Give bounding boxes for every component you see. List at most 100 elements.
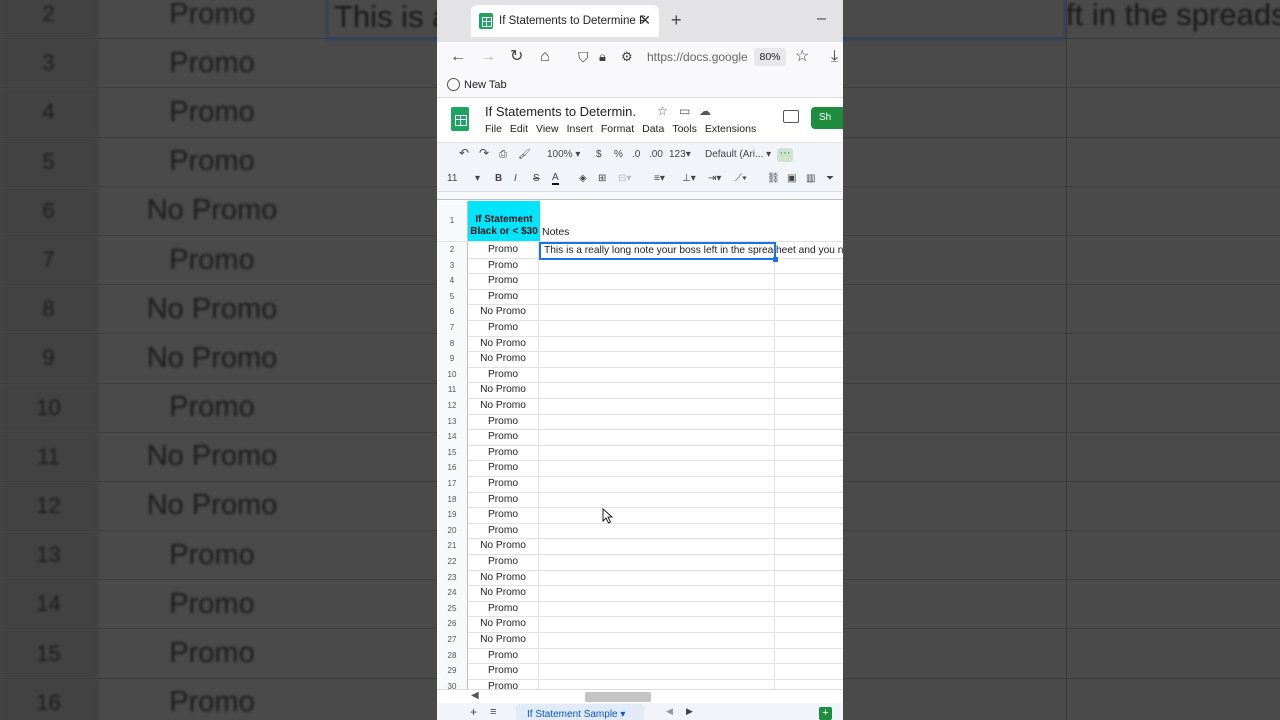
- notes-cell[interactable]: [539, 507, 775, 523]
- paint-format-icon[interactable]: 🖌︎: [518, 148, 531, 162]
- promo-cell[interactable]: No Promo: [468, 616, 539, 632]
- row-number[interactable]: 7: [437, 320, 468, 336]
- italic-button[interactable]: I: [514, 172, 517, 186]
- row-number[interactable]: 10: [437, 366, 468, 383]
- menu-item-extensions[interactable]: Extensions: [705, 123, 756, 135]
- notes-cell[interactable]: [539, 398, 775, 414]
- currency-format-button[interactable]: $: [596, 148, 602, 162]
- row-number[interactable]: 27: [437, 632, 468, 648]
- shield-icon[interactable]: ⛉: [578, 47, 589, 67]
- spreadsheet-grid[interactable]: 1 If Statement Black or < $30 Notes 2 Pro…: [437, 192, 843, 689]
- bookmark-star-icon[interactable]: ☆: [795, 47, 809, 67]
- row-number[interactable]: 16: [437, 460, 468, 476]
- fill-color-icon[interactable]: ◈: [579, 172, 587, 186]
- promo-cell[interactable]: No Promo: [468, 569, 539, 586]
- row-number[interactable]: 4: [437, 273, 468, 289]
- promo-cell[interactable]: Promo: [468, 491, 539, 508]
- promo-cell[interactable]: No Promo: [468, 585, 539, 601]
- font-size-dropdown-icon[interactable]: ▾: [475, 172, 480, 186]
- row-number[interactable]: 30: [437, 678, 468, 689]
- notes-cell[interactable]: [539, 273, 775, 289]
- text-rotation-icon[interactable]: ⟋▾: [735, 172, 747, 186]
- home-icon[interactable]: ⌂: [540, 47, 550, 67]
- promo-cell[interactable]: No Promo: [468, 538, 539, 554]
- insert-chart-icon[interactable]: ▥: [806, 172, 815, 186]
- notes-cell[interactable]: [539, 444, 775, 461]
- reload-icon[interactable]: ↻: [510, 47, 523, 67]
- menu-item-format[interactable]: Format: [601, 123, 634, 135]
- notes-cell[interactable]: [539, 663, 775, 679]
- row-number[interactable]: 20: [437, 522, 468, 539]
- notes-cell[interactable]: [539, 585, 775, 601]
- notes-cell[interactable]: [539, 320, 775, 336]
- promo-cell[interactable]: Promo: [468, 663, 539, 679]
- promo-cell[interactable]: Promo: [468, 600, 539, 617]
- promo-cell[interactable]: Promo: [468, 273, 539, 289]
- row-number[interactable]: 22: [437, 554, 468, 570]
- comments-icon[interactable]: [783, 110, 799, 123]
- increase-decimal-button[interactable]: .00: [649, 148, 663, 162]
- zoom-select[interactable]: 100% ▾: [547, 148, 580, 162]
- notes-cell[interactable]: [539, 522, 775, 539]
- promo-cell[interactable]: No Promo: [468, 398, 539, 414]
- merge-cells-icon[interactable]: ⊟▾: [618, 172, 631, 186]
- notes-cell[interactable]: [539, 569, 775, 586]
- notes-cell[interactable]: [539, 647, 775, 664]
- promo-cell[interactable]: No Promo: [468, 382, 539, 398]
- next-sheet-icon[interactable]: ▶: [686, 706, 693, 717]
- row-number[interactable]: 15: [437, 444, 468, 461]
- row-number[interactable]: 28: [437, 647, 468, 664]
- decrease-decimal-button[interactable]: .0: [632, 148, 640, 162]
- browser-tab[interactable]: If Statements to Determine Pro ✕: [471, 5, 659, 37]
- zoom-level-badge[interactable]: 80%: [754, 48, 786, 66]
- promo-cell[interactable]: Promo: [468, 320, 539, 336]
- menu-item-tools[interactable]: Tools: [672, 123, 697, 135]
- scroll-left-icon[interactable]: ◀: [471, 690, 479, 701]
- notes-cell[interactable]: [539, 413, 775, 430]
- bold-button[interactable]: B: [495, 172, 502, 186]
- borders-icon[interactable]: ⊞: [598, 172, 606, 186]
- menu-item-view[interactable]: View: [536, 123, 559, 135]
- notes-cell[interactable]: [539, 460, 775, 476]
- number-format-select[interactable]: 123▾: [669, 148, 691, 162]
- minimize-window-button[interactable]: –: [817, 10, 826, 28]
- notes-cell[interactable]: [539, 366, 775, 383]
- menu-item-insert[interactable]: Insert: [567, 123, 593, 135]
- notes-cell[interactable]: [539, 491, 775, 508]
- text-color-button[interactable]: A: [552, 172, 559, 185]
- row-number[interactable]: 25: [437, 600, 468, 617]
- filter-icon[interactable]: ⏷: [826, 172, 834, 186]
- star-icon[interactable]: ☆: [657, 104, 668, 118]
- promo-cell[interactable]: Promo: [468, 522, 539, 539]
- promo-cell[interactable]: Promo: [468, 554, 539, 570]
- notes-cell[interactable]: [539, 554, 775, 570]
- row-number[interactable]: 17: [437, 476, 468, 492]
- row-number[interactable]: 19: [437, 507, 468, 523]
- download-icon[interactable]: ⤓: [831, 47, 838, 67]
- explore-icon[interactable]: +: [819, 707, 832, 720]
- cloud-status-icon[interactable]: ☁: [699, 104, 711, 118]
- row-number[interactable]: 29: [437, 663, 468, 679]
- promo-cell[interactable]: Promo: [468, 507, 539, 523]
- promo-cell[interactable]: No Promo: [468, 335, 539, 352]
- notes-header-cell[interactable]: Notes: [542, 226, 569, 238]
- promo-cell[interactable]: Promo: [468, 429, 539, 445]
- notes-cell[interactable]: [539, 632, 775, 648]
- font-size-select[interactable]: 11: [447, 172, 457, 186]
- notes-cell[interactable]: [539, 304, 775, 320]
- undo-icon[interactable]: ↶: [459, 146, 469, 160]
- notes-cell[interactable]: [539, 429, 775, 445]
- scrollbar-thumb[interactable]: [585, 692, 651, 702]
- promo-cell[interactable]: Promo: [468, 242, 539, 258]
- row-number[interactable]: 8: [437, 335, 468, 352]
- promo-cell[interactable]: Promo: [468, 413, 539, 430]
- notes-cell[interactable]: [539, 382, 775, 398]
- header-cell-if-statement[interactable]: If Statement Black or < $30: [468, 201, 540, 241]
- promo-cell[interactable]: Promo: [468, 460, 539, 476]
- previous-sheet-icon[interactable]: ◀: [666, 706, 673, 717]
- promo-cell[interactable]: Promo: [468, 647, 539, 664]
- notes-cell[interactable]: [539, 476, 775, 492]
- row-number[interactable]: 9: [437, 351, 468, 367]
- row-number[interactable]: 14: [437, 429, 468, 445]
- more-options-button[interactable]: ···: [777, 148, 793, 162]
